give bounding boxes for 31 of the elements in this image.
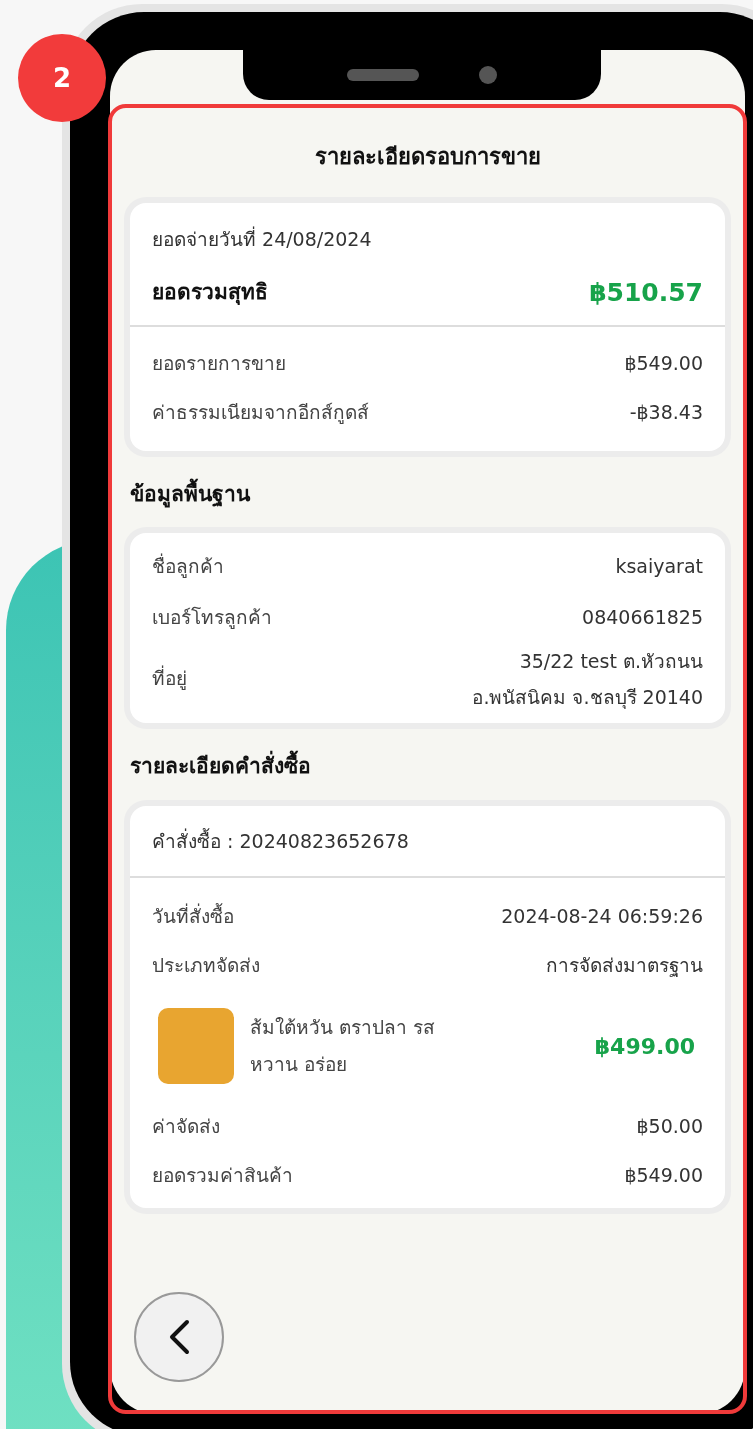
- row-value: -฿38.43: [629, 400, 703, 426]
- row-label: ชื่อลูกค้า: [152, 552, 224, 580]
- chevron-left-icon: [168, 1319, 190, 1355]
- row-label: ยอดรายการขาย: [152, 351, 286, 377]
- row-value: ฿549.00: [624, 1163, 703, 1189]
- row-value: ksaiyarat: [615, 554, 703, 579]
- order-number: คำสั่งซื้อ : 20240823652678: [152, 827, 409, 854]
- camera-icon: [479, 66, 497, 84]
- payout-date: ยอดจ่ายวันที่ 24/08/2024: [152, 225, 373, 252]
- row-value: ฿549.00: [624, 351, 703, 377]
- speaker-icon: [347, 69, 419, 81]
- net-total-value: ฿510.57: [589, 276, 703, 309]
- row-label: ค่าธรรมเนียมจากอีกส์กูดส์: [152, 400, 369, 426]
- step-badge: 2: [18, 34, 106, 122]
- row-label: เบอร์โทรลูกค้า: [152, 604, 272, 631]
- row-value: ฿50.00: [636, 1114, 703, 1140]
- page-title: รายละเอียดรอบการขาย: [313, 143, 542, 171]
- section-heading: ข้อมูลพื้นฐาน: [130, 479, 725, 511]
- row-value: 2024-08-24 06:59:26: [501, 904, 703, 930]
- row-value: 35/22 test ต.หัวถนน อ.พนัสนิคม จ.ชลบุรี 20140: [472, 648, 703, 711]
- row-label: ประเภทจัดส่ง: [152, 953, 260, 979]
- net-total-label: ยอดรวมสุทธิ: [152, 278, 268, 307]
- section-heading: รายละเอียดคำสั่งซื้อ: [130, 750, 725, 782]
- row-label: ที่อยู่: [152, 664, 187, 692]
- row-value: 0840661825: [582, 605, 703, 630]
- row-label: ยอดรวมค่าสินค้า: [152, 1163, 293, 1189]
- row-label: ค่าจัดส่ง: [152, 1114, 220, 1140]
- product-price: ฿499.00: [594, 1032, 695, 1061]
- product-name: ส้มใต้หวัน ตราปลา รส หวาน อร่อย: [250, 1015, 436, 1077]
- row-label: วันที่สั่งซื้อ: [152, 902, 234, 930]
- row-value: การจัดส่งมาตรฐาน: [546, 953, 703, 979]
